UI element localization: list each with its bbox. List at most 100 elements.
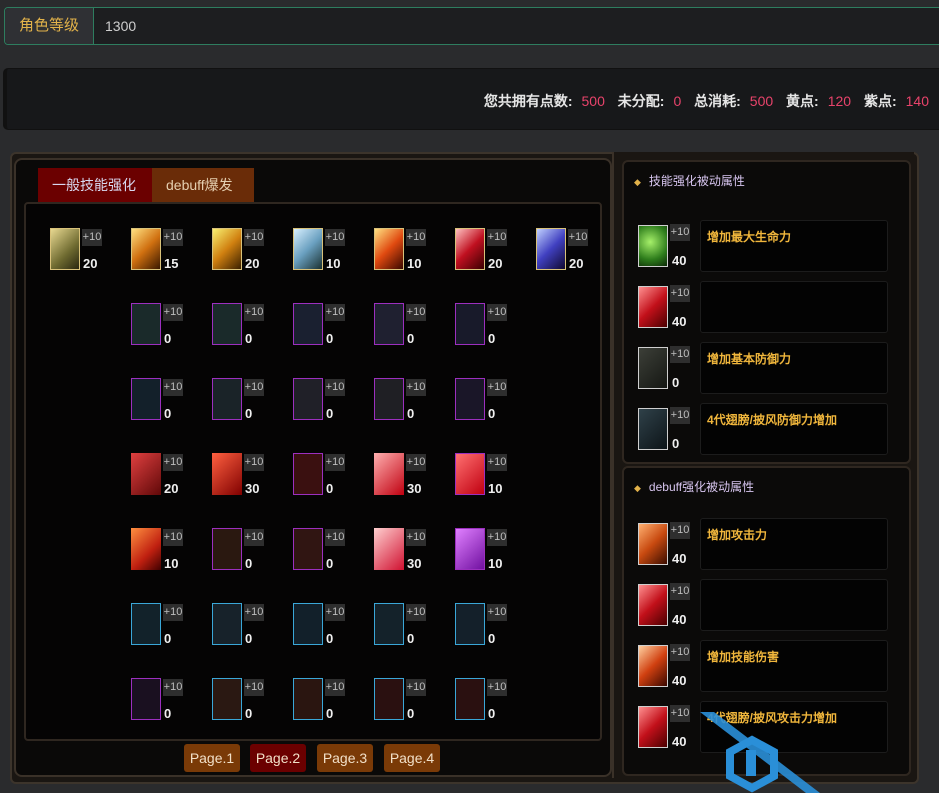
passive-item[interactable]: +10 40 增加攻击力 <box>638 518 896 574</box>
skill-cell[interactable]: +10 0 <box>293 453 355 503</box>
plus-button[interactable]: +10 <box>244 454 264 471</box>
tab-general-skill[interactable]: 一般技能强化 <box>38 168 152 202</box>
skill-cell[interactable]: +10 0 <box>374 303 436 353</box>
skill-cell[interactable]: +10 0 <box>293 303 355 353</box>
skill-cell[interactable]: +10 0 <box>131 378 193 428</box>
skill-cell[interactable]: +10 0 <box>293 378 355 428</box>
plus-button[interactable]: +10 <box>163 529 183 546</box>
plus-button[interactable]: +10 <box>487 229 507 246</box>
skill-cell[interactable]: +10 10 <box>455 528 517 578</box>
skill-cell[interactable]: +10 0 <box>455 303 517 353</box>
plus-button[interactable]: +10 <box>487 529 507 546</box>
passive-item[interactable]: +10 40 <box>638 281 896 337</box>
plus-button[interactable]: +10 <box>325 679 345 696</box>
plus-button[interactable]: +10 <box>244 229 264 246</box>
plus-button[interactable]: +10 <box>163 304 183 321</box>
plus-button[interactable]: +10 <box>670 705 690 722</box>
skill-cell[interactable]: +10 10 <box>131 528 193 578</box>
skill-cell[interactable]: +10 20 <box>212 228 274 278</box>
plus-button[interactable]: +10 <box>406 529 426 546</box>
plus-button[interactable]: +10 <box>244 604 264 621</box>
total-points-value: 500 <box>581 93 605 109</box>
plus-button[interactable]: +10 <box>406 454 426 471</box>
plus-button[interactable]: +10 <box>406 379 426 396</box>
skill-cell[interactable]: +10 10 <box>455 453 517 503</box>
skill-cell[interactable]: +10 30 <box>374 528 436 578</box>
skill-cell[interactable]: +10 30 <box>212 453 274 503</box>
plus-button[interactable]: +10 <box>163 679 183 696</box>
plus-button[interactable]: +10 <box>670 285 690 302</box>
skill-cell[interactable]: +10 0 <box>293 678 355 728</box>
skill-icon <box>374 603 404 645</box>
skill-cell[interactable]: +10 0 <box>212 603 274 653</box>
skill-cell[interactable]: +10 0 <box>293 603 355 653</box>
plus-button[interactable]: +10 <box>406 229 426 246</box>
passive-value: 40 <box>672 314 687 329</box>
plus-button[interactable]: +10 <box>670 224 690 241</box>
passive-item[interactable]: +10 0 增加基本防御力 <box>638 342 896 398</box>
page-1-button[interactable]: Page.1 <box>184 744 240 772</box>
plus-button[interactable]: +10 <box>670 583 690 600</box>
plus-button[interactable]: +10 <box>670 644 690 661</box>
plus-button[interactable]: +10 <box>163 229 183 246</box>
skill-cell[interactable]: +10 10 <box>374 228 436 278</box>
plus-button[interactable]: +10 <box>163 379 183 396</box>
skill-cell[interactable]: +10 0 <box>131 303 193 353</box>
page-3-button[interactable]: Page.3 <box>317 744 373 772</box>
page-2-button[interactable]: Page.2 <box>250 744 306 772</box>
skill-cell[interactable]: +10 0 <box>455 603 517 653</box>
plus-button[interactable]: +10 <box>163 454 183 471</box>
skill-cell[interactable]: +10 0 <box>374 678 436 728</box>
skill-cell[interactable]: +10 0 <box>374 378 436 428</box>
plus-button[interactable]: +10 <box>670 346 690 363</box>
skill-cell[interactable]: +10 0 <box>131 603 193 653</box>
skill-cell[interactable]: +10 0 <box>455 678 517 728</box>
plus-button[interactable]: +10 <box>325 229 345 246</box>
skill-cell[interactable]: +10 0 <box>293 528 355 578</box>
skill-cell[interactable]: +10 20 <box>50 228 112 278</box>
passive-item[interactable]: +10 40 增加技能伤害 <box>638 640 896 696</box>
passive-item[interactable]: +10 40 增加最大生命力 <box>638 220 896 276</box>
skill-cell[interactable]: +10 0 <box>131 678 193 728</box>
tab-debuff[interactable]: debuff爆发 <box>152 168 254 202</box>
plus-button[interactable]: +10 <box>406 304 426 321</box>
plus-button[interactable]: +10 <box>568 229 588 246</box>
skill-cell[interactable]: +10 0 <box>455 378 517 428</box>
plus-button[interactable]: +10 <box>325 604 345 621</box>
plus-button[interactable]: +10 <box>670 522 690 539</box>
skill-cell[interactable]: +10 10 <box>293 228 355 278</box>
plus-button[interactable]: +10 <box>325 454 345 471</box>
plus-button[interactable]: +10 <box>670 407 690 424</box>
page-4-button[interactable]: Page.4 <box>384 744 440 772</box>
skill-cell[interactable]: +10 20 <box>536 228 598 278</box>
plus-button[interactable]: +10 <box>487 304 507 321</box>
plus-button[interactable]: +10 <box>487 454 507 471</box>
plus-button[interactable]: +10 <box>325 304 345 321</box>
skill-cell[interactable]: +10 0 <box>212 678 274 728</box>
plus-button[interactable]: +10 <box>406 604 426 621</box>
skill-cell[interactable]: +10 0 <box>212 528 274 578</box>
skill-cell[interactable]: +10 20 <box>455 228 517 278</box>
plus-button[interactable]: +10 <box>244 379 264 396</box>
skill-cell[interactable]: +10 30 <box>374 453 436 503</box>
plus-button[interactable]: +10 <box>244 304 264 321</box>
plus-button[interactable]: +10 <box>487 679 507 696</box>
plus-button[interactable]: +10 <box>244 679 264 696</box>
level-input[interactable] <box>105 8 505 44</box>
plus-button[interactable]: +10 <box>325 529 345 546</box>
plus-button[interactable]: +10 <box>82 229 102 246</box>
plus-button[interactable]: +10 <box>406 679 426 696</box>
skill-cell[interactable]: +10 0 <box>374 603 436 653</box>
skill-cell[interactable]: +10 15 <box>131 228 193 278</box>
plus-button[interactable]: +10 <box>487 379 507 396</box>
passive-value: 0 <box>672 375 680 390</box>
passive-item[interactable]: +10 40 <box>638 579 896 635</box>
plus-button[interactable]: +10 <box>163 604 183 621</box>
skill-cell[interactable]: +10 0 <box>212 303 274 353</box>
plus-button[interactable]: +10 <box>487 604 507 621</box>
skill-cell[interactable]: +10 20 <box>131 453 193 503</box>
plus-button[interactable]: +10 <box>244 529 264 546</box>
plus-button[interactable]: +10 <box>325 379 345 396</box>
skill-cell[interactable]: +10 0 <box>212 378 274 428</box>
passive-item[interactable]: +10 0 4代翅膀/披风防御力增加 <box>638 403 896 459</box>
